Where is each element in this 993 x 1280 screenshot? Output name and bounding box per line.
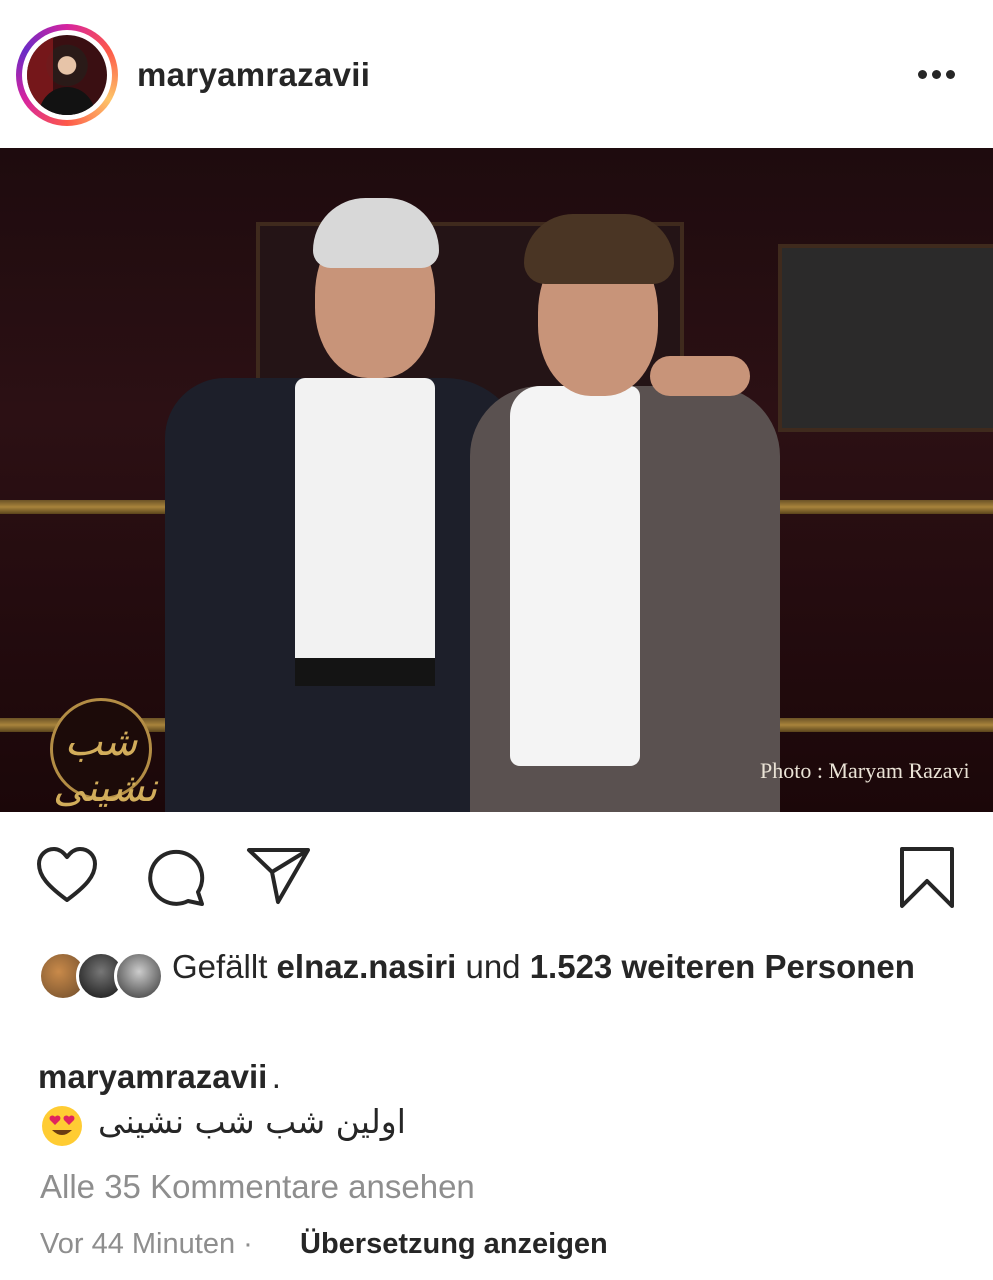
avatar[interactable]	[27, 35, 107, 115]
like-button[interactable]	[36, 846, 98, 909]
post-header: maryamrazavii	[0, 0, 993, 148]
caption-username[interactable]: maryamrazavii	[38, 1058, 267, 1095]
wall-frame	[778, 244, 993, 432]
liker-avatar[interactable]	[114, 951, 164, 1001]
bookmark-icon	[900, 847, 954, 908]
post-timestamp: Vor 44 Minuten ·	[40, 1228, 253, 1261]
avatar-border	[22, 30, 112, 120]
caption-dot: .	[271, 1058, 281, 1095]
show-logo-text: شب نشینی	[53, 719, 158, 811]
post-username[interactable]: maryamrazavii	[137, 56, 370, 94]
likes-summary[interactable]: Gefällt elnaz.nasiri und 1.523 weiteren …	[172, 945, 952, 988]
caption: maryamrazavii . اولین شب شب نشینی	[38, 1058, 958, 1146]
paper-plane-icon	[247, 848, 310, 904]
caption-text: اولین شب شب نشینی	[98, 1102, 406, 1141]
view-all-comments-link[interactable]: Alle 35 Kommentare ansehen	[40, 1168, 475, 1206]
comment-button[interactable]	[144, 846, 206, 913]
heart-eyes-emoji	[42, 1106, 82, 1146]
separator: ·	[243, 1228, 253, 1260]
translate-link[interactable]: Übersetzung anzeigen	[300, 1228, 608, 1261]
photo-credit: Photo : Maryam Razavi	[760, 758, 970, 783]
share-button[interactable]	[246, 846, 312, 911]
post-image[interactable]: شب نشینی Photo : Maryam Razavi	[0, 148, 993, 812]
caption-text-line: اولین شب شب نشینی	[38, 1102, 458, 1156]
likes-middle: und	[465, 948, 521, 985]
action-bar	[0, 830, 993, 920]
likes-suffix[interactable]: Personen	[765, 948, 915, 985]
show-logo: شب نشینی	[50, 698, 157, 811]
person-right	[470, 206, 780, 812]
likes-count[interactable]: 1.523 weiteren	[530, 948, 756, 985]
comment-icon	[148, 849, 205, 906]
likes-prefix: Gefällt	[172, 948, 268, 985]
story-ring[interactable]	[16, 24, 118, 126]
timestamp-text: Vor 44 Minuten	[40, 1228, 236, 1260]
save-button[interactable]	[898, 846, 956, 915]
heart-icon	[37, 847, 97, 902]
liker-username[interactable]: elnaz.nasiri	[277, 948, 457, 985]
more-options-button[interactable]	[906, 56, 966, 92]
likes-section: Gefällt elnaz.nasiri und 1.523 weiteren …	[38, 945, 968, 1035]
